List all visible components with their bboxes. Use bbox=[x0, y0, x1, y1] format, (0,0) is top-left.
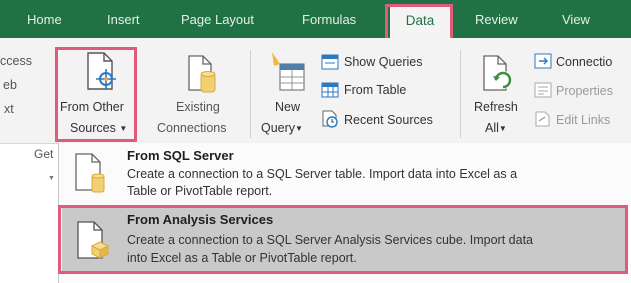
analysis-services-icon bbox=[74, 218, 110, 262]
tab-insert[interactable]: Insert bbox=[107, 12, 140, 27]
menu-item-description: Create a connection to a SQL Server Anal… bbox=[127, 233, 533, 247]
refresh-all-label-1[interactable]: Refresh bbox=[474, 100, 518, 114]
tab-formulas[interactable]: Formulas bbox=[302, 12, 356, 27]
properties-icon bbox=[534, 82, 552, 98]
dropdown-arrow-icon: ▼ bbox=[295, 124, 303, 133]
from-other-sources-label-2[interactable]: Sources ▼ bbox=[70, 121, 127, 135]
show-queries-label[interactable]: Show Queries bbox=[344, 55, 423, 69]
menu-item-title[interactable]: From Analysis Services bbox=[127, 212, 273, 227]
refresh-all-label-2[interactable]: All▼ bbox=[485, 121, 507, 135]
refresh-all-icon bbox=[480, 52, 516, 94]
menu-item-description: Table or PivotTable report. bbox=[127, 184, 273, 198]
from-table-label[interactable]: From Table bbox=[344, 83, 406, 97]
new-query-label-2[interactable]: Query▼ bbox=[261, 121, 303, 135]
sql-server-icon bbox=[72, 150, 108, 194]
dropdown-arrow-icon: ▼ bbox=[119, 124, 128, 133]
connections-label[interactable]: Connectio bbox=[556, 55, 612, 69]
tab-review[interactable]: Review bbox=[475, 12, 518, 27]
new-query-icon bbox=[268, 50, 308, 94]
recent-sources-icon bbox=[321, 110, 339, 128]
existing-connections-label-1[interactable]: Existing bbox=[176, 100, 220, 114]
existing-connections-label-2[interactable]: Connections bbox=[157, 121, 227, 135]
recent-sources-label[interactable]: Recent Sources bbox=[344, 113, 433, 127]
from-table-icon bbox=[321, 82, 339, 98]
edit-links-icon bbox=[534, 111, 552, 127]
new-query-label-1[interactable]: New bbox=[275, 100, 300, 114]
group-separator bbox=[460, 50, 461, 138]
ribbon-tab-bar: Home Insert Page Layout Formulas Data Re… bbox=[0, 0, 631, 40]
tab-page-layout[interactable]: Page Layout bbox=[181, 12, 254, 27]
from-access-label[interactable]: ccess bbox=[0, 54, 32, 68]
connections-icon bbox=[534, 53, 552, 69]
existing-connections-icon bbox=[185, 52, 221, 94]
from-other-sources-label-1[interactable]: From Other bbox=[60, 100, 124, 114]
group-label-get-external-data: Get bbox=[34, 147, 54, 161]
menu-item-description: Create a connection to a SQL Server tabl… bbox=[127, 167, 518, 181]
from-other-sources-icon bbox=[82, 49, 122, 95]
from-text-label[interactable]: xt bbox=[4, 102, 14, 116]
worksheet-area: ▼ bbox=[0, 165, 58, 283]
menu-item-description: into Excel as a Table or PivotTable repo… bbox=[127, 251, 357, 265]
from-web-label[interactable]: eb bbox=[3, 78, 17, 92]
dropdown-arrow-icon: ▼ bbox=[498, 124, 507, 133]
show-queries-icon bbox=[321, 54, 339, 70]
column-dropdown-icon: ▼ bbox=[48, 175, 55, 182]
group-separator bbox=[250, 50, 251, 138]
properties-label[interactable]: Properties bbox=[556, 84, 613, 98]
menu-item-title[interactable]: From SQL Server bbox=[127, 148, 234, 163]
tab-view[interactable]: View bbox=[562, 12, 590, 27]
tab-home[interactable]: Home bbox=[27, 12, 62, 27]
tab-data[interactable]: Data bbox=[390, 6, 450, 40]
edit-links-label[interactable]: Edit Links bbox=[556, 113, 610, 127]
